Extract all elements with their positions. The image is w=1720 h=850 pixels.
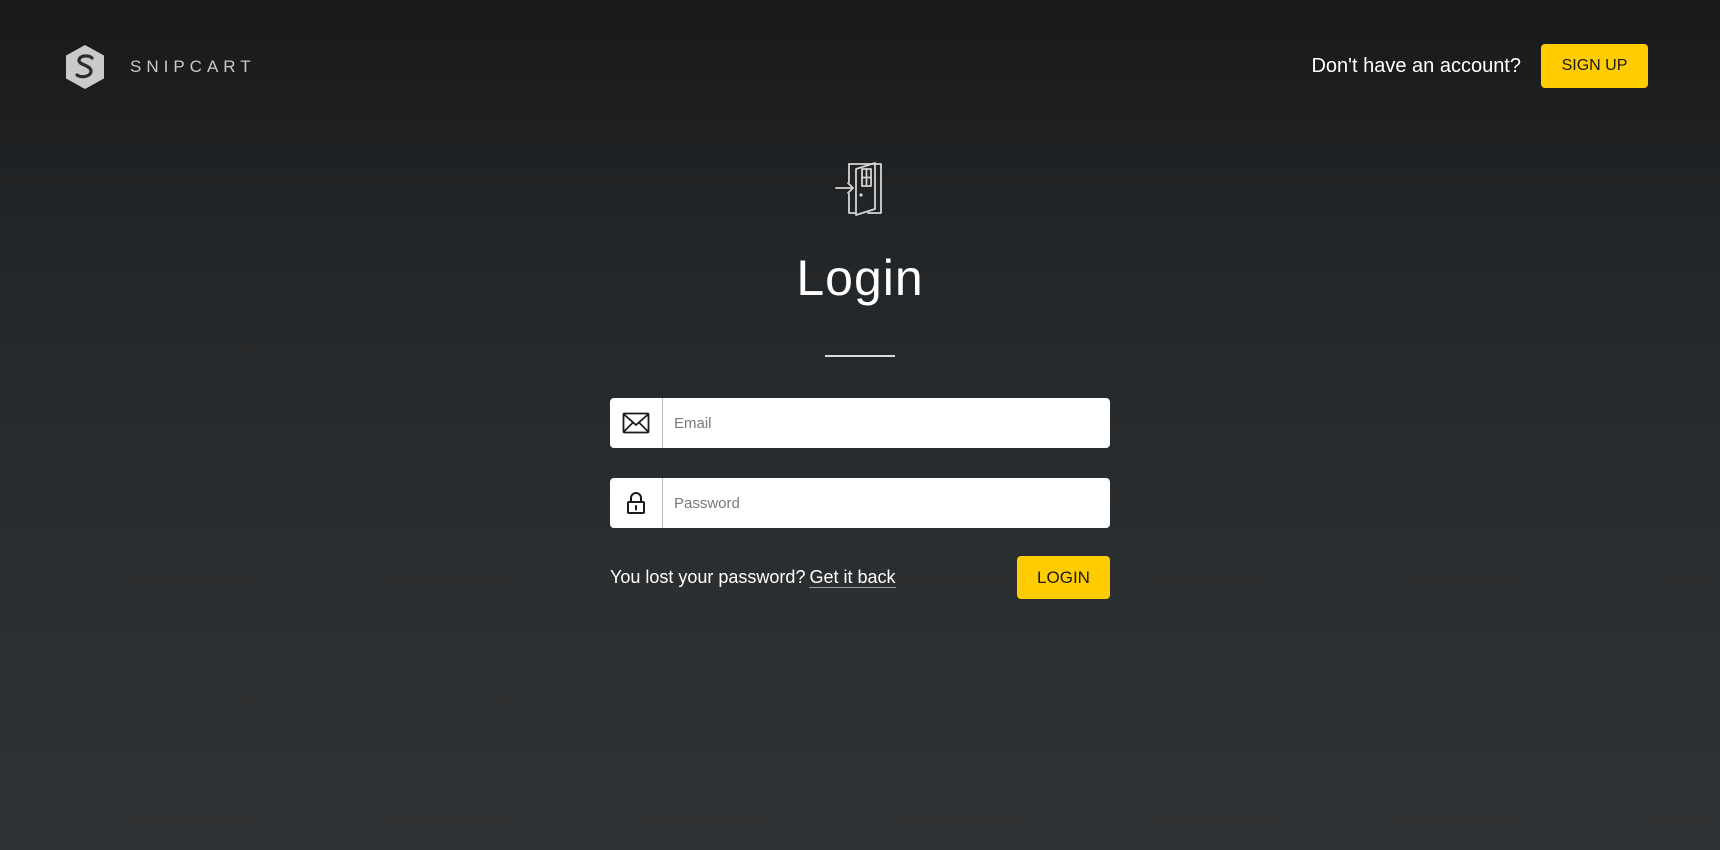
form-footer: You lost your password? Get it back LOGIN [610,556,1110,599]
get-it-back-link[interactable]: Get it back [809,567,896,588]
email-field-group [610,398,1110,448]
password-input[interactable] [663,478,1110,528]
brand-link[interactable]: SNIPCART [64,44,256,90]
login-button[interactable]: LOGIN [1017,556,1110,599]
header-signup-area: Don't have an account? SIGN UP [1311,44,1648,88]
lost-password-text: You lost your password? [610,567,806,587]
lost-password-message: You lost your password? Get it back [610,567,896,588]
lock-icon [610,478,663,528]
login-hero: Login [0,160,1720,357]
login-form: You lost your password?Get it back LOGIN [610,398,1110,599]
door-enter-icon [835,162,882,216]
snipcart-logo-icon [66,45,104,89]
password-field-group [610,478,1110,528]
signup-button[interactable]: SIGN UP [1541,44,1648,88]
envelope-icon [610,398,663,448]
signup-prompt: Don't have an account? [1311,54,1521,77]
title-divider [825,355,895,357]
brand-name: SNIPCART [130,57,256,76]
page-title: Login [796,250,924,306]
email-input[interactable] [663,398,1110,448]
